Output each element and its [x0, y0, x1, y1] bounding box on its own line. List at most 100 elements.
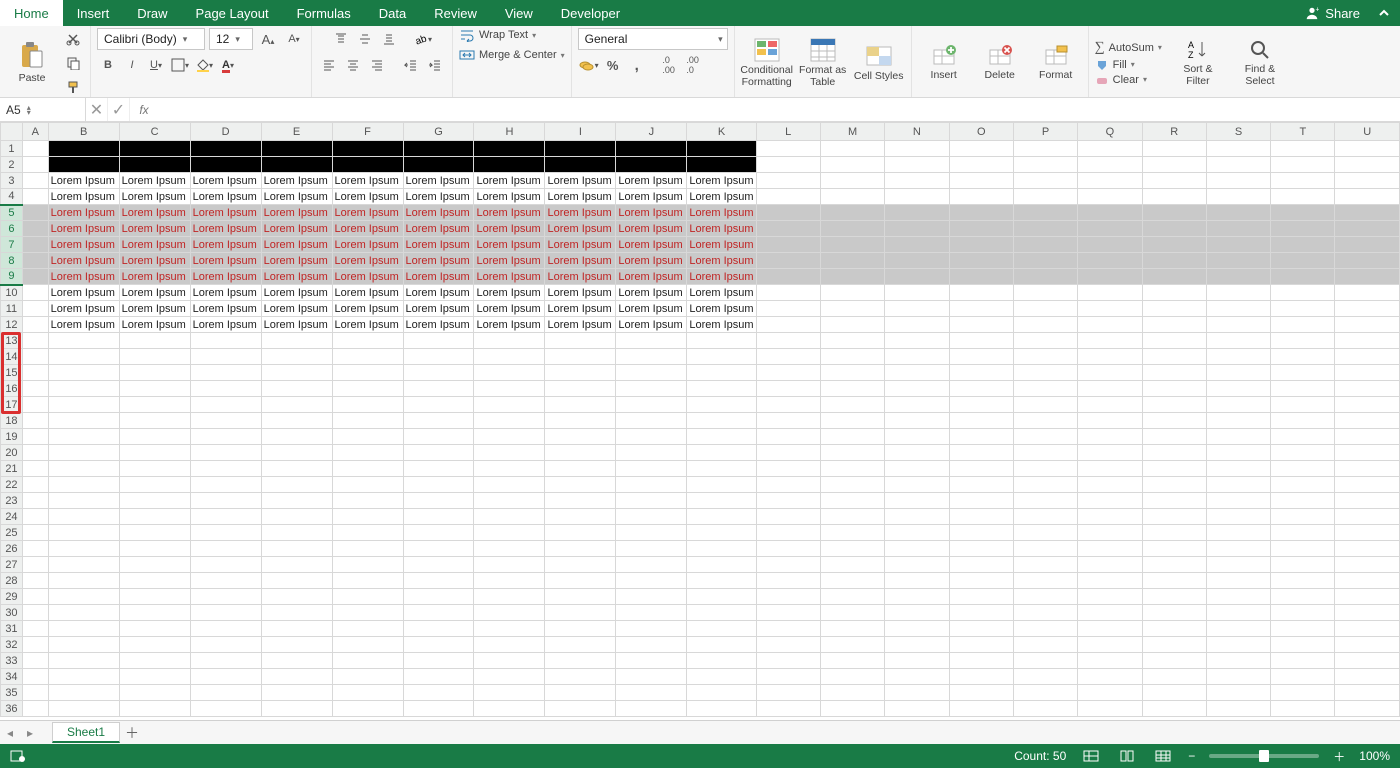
cell[interactable]: [1078, 701, 1142, 717]
cell[interactable]: [119, 333, 190, 349]
cell[interactable]: Lorem Ipsum: [474, 205, 545, 221]
cell[interactable]: [1013, 653, 1077, 669]
menu-tab-view[interactable]: View: [491, 0, 547, 26]
cell[interactable]: [1206, 637, 1270, 653]
row-header-13[interactable]: 13: [1, 333, 23, 349]
cell[interactable]: [1206, 173, 1270, 189]
cell[interactable]: [403, 589, 474, 605]
cell[interactable]: [1142, 701, 1206, 717]
cell[interactable]: [756, 637, 820, 653]
cell[interactable]: [332, 621, 403, 637]
cell[interactable]: [756, 621, 820, 637]
cell[interactable]: [1206, 141, 1270, 157]
cell[interactable]: [1078, 397, 1142, 413]
cell[interactable]: [22, 285, 48, 301]
cell[interactable]: [545, 397, 616, 413]
cell[interactable]: [1271, 205, 1335, 221]
cell[interactable]: [885, 173, 949, 189]
cell[interactable]: [1078, 317, 1142, 333]
cell[interactable]: Lorem Ipsum: [332, 205, 403, 221]
cell[interactable]: [119, 621, 190, 637]
formula-bar[interactable]: [158, 98, 1400, 121]
col-header-O[interactable]: O: [949, 123, 1013, 141]
cell[interactable]: [403, 573, 474, 589]
cell[interactable]: [545, 509, 616, 525]
cell[interactable]: [1078, 253, 1142, 269]
cell[interactable]: [403, 621, 474, 637]
cell[interactable]: [885, 221, 949, 237]
cell[interactable]: [756, 317, 820, 333]
cell[interactable]: Lorem Ipsum: [119, 269, 190, 285]
cell[interactable]: [22, 525, 48, 541]
cell[interactable]: Lorem Ipsum: [545, 317, 616, 333]
cell[interactable]: [403, 605, 474, 621]
cell[interactable]: Lorem Ipsum: [474, 301, 545, 317]
cell[interactable]: [616, 525, 687, 541]
cell[interactable]: Lorem Ipsum: [48, 221, 119, 237]
cell[interactable]: [22, 701, 48, 717]
cell[interactable]: [756, 221, 820, 237]
cell[interactable]: [1142, 637, 1206, 653]
cell[interactable]: Lorem Ipsum: [261, 205, 332, 221]
cell[interactable]: [332, 429, 403, 445]
cell[interactable]: Lorem Ipsum: [616, 189, 687, 205]
cell[interactable]: Lorem Ipsum: [190, 237, 261, 253]
cell[interactable]: [949, 317, 1013, 333]
cell[interactable]: [1271, 397, 1335, 413]
cell[interactable]: [22, 205, 48, 221]
cell[interactable]: [1335, 509, 1400, 525]
cell[interactable]: [1335, 397, 1400, 413]
col-header-E[interactable]: E: [261, 123, 332, 141]
cell[interactable]: [1078, 477, 1142, 493]
cell[interactable]: [119, 461, 190, 477]
cell[interactable]: [885, 349, 949, 365]
cell[interactable]: [1271, 477, 1335, 493]
cell[interactable]: [949, 141, 1013, 157]
cell[interactable]: [545, 653, 616, 669]
cell[interactable]: [332, 381, 403, 397]
cell[interactable]: [1142, 141, 1206, 157]
cell[interactable]: [687, 685, 756, 701]
cell[interactable]: [687, 381, 756, 397]
cell[interactable]: [22, 589, 48, 605]
cell[interactable]: [949, 349, 1013, 365]
cell[interactable]: Lorem Ipsum: [261, 269, 332, 285]
cell[interactable]: [1335, 477, 1400, 493]
cell[interactable]: [1271, 317, 1335, 333]
cell[interactable]: Lorem Ipsum: [190, 301, 261, 317]
cell[interactable]: [820, 509, 884, 525]
cell[interactable]: Lorem Ipsum: [48, 205, 119, 221]
cell[interactable]: [687, 701, 756, 717]
cell[interactable]: Lorem Ipsum: [687, 221, 756, 237]
cell[interactable]: Lorem Ipsum: [190, 269, 261, 285]
cell[interactable]: [22, 477, 48, 493]
cell[interactable]: [1271, 493, 1335, 509]
cell[interactable]: [820, 653, 884, 669]
cell[interactable]: [885, 653, 949, 669]
cell[interactable]: Lorem Ipsum: [616, 269, 687, 285]
cell[interactable]: [545, 365, 616, 381]
cell[interactable]: [756, 509, 820, 525]
cell[interactable]: [1013, 269, 1077, 285]
cell[interactable]: [22, 157, 48, 173]
cell[interactable]: [1078, 157, 1142, 173]
cell[interactable]: [1013, 205, 1077, 221]
cell[interactable]: [1142, 269, 1206, 285]
indent-increase[interactable]: [424, 54, 446, 76]
cell[interactable]: Lorem Ipsum: [119, 205, 190, 221]
grow-font-button[interactable]: A▴: [257, 28, 279, 50]
cell[interactable]: [403, 333, 474, 349]
cell[interactable]: [820, 301, 884, 317]
row-header-20[interactable]: 20: [1, 445, 23, 461]
cell[interactable]: [190, 541, 261, 557]
cell[interactable]: Lorem Ipsum: [261, 221, 332, 237]
cell[interactable]: [22, 685, 48, 701]
cell[interactable]: [885, 605, 949, 621]
cell[interactable]: [687, 653, 756, 669]
cell[interactable]: [1142, 653, 1206, 669]
cell[interactable]: [261, 365, 332, 381]
cell[interactable]: [1078, 429, 1142, 445]
increase-decimal[interactable]: .0.00: [658, 54, 680, 76]
cell[interactable]: [1335, 269, 1400, 285]
cell[interactable]: [820, 253, 884, 269]
